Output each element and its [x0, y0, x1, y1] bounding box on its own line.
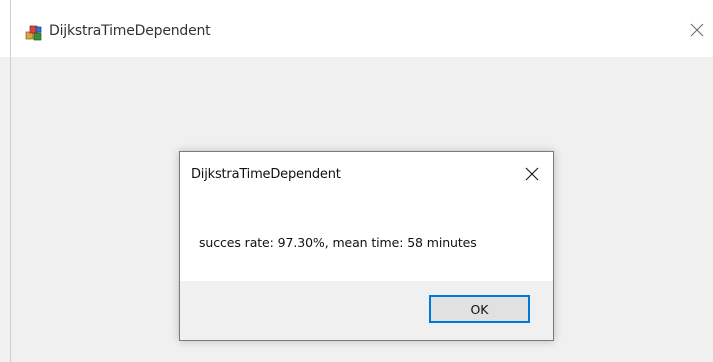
close-icon[interactable]	[688, 21, 706, 39]
window-title: DijkstraTimeDependent	[49, 23, 211, 39]
window-left-border	[10, 0, 11, 362]
close-icon[interactable]	[523, 165, 541, 183]
main-window: DijkstraTimeDependent DijkstraTimeDepend…	[0, 0, 713, 362]
dialog-button-bar: OK	[180, 281, 553, 340]
app-icon	[25, 25, 42, 41]
dialog-message: succes rate: 97.30%, mean time: 58 minut…	[199, 235, 477, 250]
message-box: DijkstraTimeDependent succes rate: 97.30…	[179, 151, 554, 341]
dialog-title: DijkstraTimeDependent	[191, 167, 341, 182]
window-titlebar[interactable]: DijkstraTimeDependent	[0, 0, 713, 57]
ok-button[interactable]: OK	[429, 295, 530, 323]
